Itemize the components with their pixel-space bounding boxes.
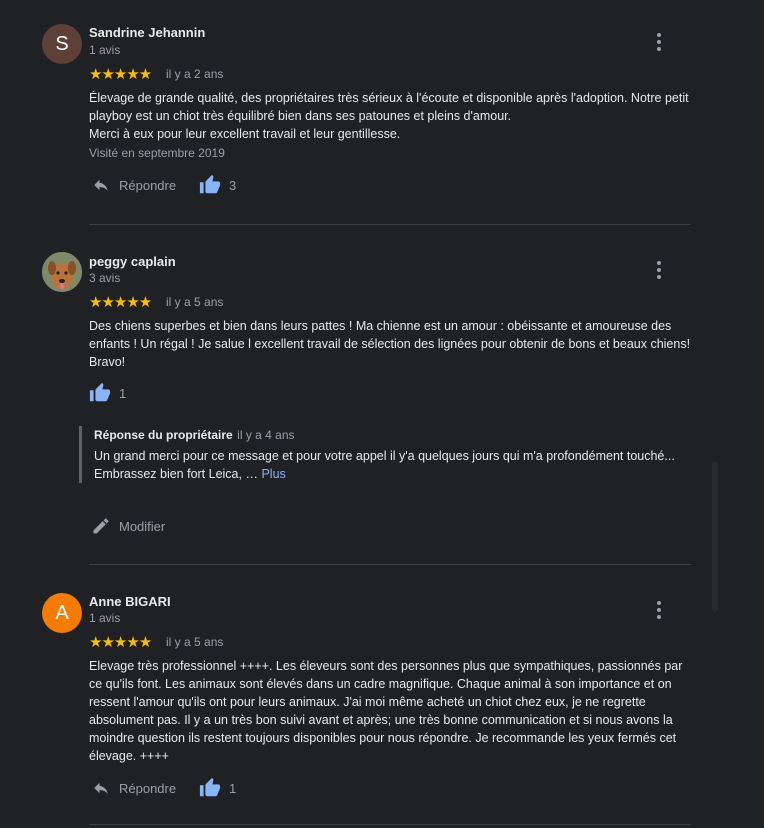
owner-reply: Réponse du propriétaire il y a 4 ans Un … — [79, 426, 684, 483]
star-rating: ★★★★★ — [89, 634, 152, 651]
avatar[interactable]: S — [42, 24, 82, 64]
thumb-up-icon — [199, 174, 221, 194]
reply-button[interactable]: Répondre — [91, 176, 176, 194]
reviewer-name[interactable]: Anne BIGARI — [89, 594, 171, 609]
review-count: 3 avis — [89, 271, 121, 285]
reply-label: Répondre — [119, 177, 177, 193]
like-button[interactable]: 3 — [199, 174, 236, 196]
like-button[interactable]: 1 — [199, 777, 236, 799]
like-count: 1 — [229, 780, 237, 796]
edit-button[interactable]: Modifier — [91, 516, 165, 536]
edit-pencil-icon — [93, 518, 109, 534]
visited-date: Visité en septembre 2019 — [89, 146, 225, 160]
review-text-line: Élevage de grande qualité, des propriéta… — [89, 91, 689, 123]
reply-icon — [94, 782, 108, 794]
like-count: 3 — [229, 177, 237, 193]
reviewer-name[interactable]: Sandrine Jehannin — [89, 25, 205, 40]
owner-reply-title: Réponse du propriétaire — [94, 428, 233, 442]
avatar[interactable] — [42, 252, 82, 292]
divider — [89, 564, 691, 565]
divider — [89, 224, 691, 225]
owner-reply-header: Réponse du propriétaire il y a 4 ans — [94, 426, 684, 444]
divider — [89, 824, 691, 825]
star-rating: ★★★★★ — [89, 294, 152, 311]
review-count: 1 avis — [89, 43, 121, 57]
scrollbar[interactable] — [712, 462, 718, 612]
more-options-icon[interactable] — [650, 598, 668, 622]
owner-reply-text-2: Embrassez bien fort Leica, … Plus — [94, 465, 684, 483]
avatar[interactable]: A — [42, 593, 82, 633]
reply-button[interactable]: Répondre — [91, 779, 176, 797]
review-date: il y a 2 ans — [166, 67, 224, 81]
review-date: il y a 5 ans — [166, 635, 224, 649]
review-text: Elevage très professionnel ++++. Les éle… — [89, 659, 683, 763]
more-options-icon[interactable] — [650, 30, 668, 54]
star-rating: ★★★★★ — [89, 66, 152, 83]
like-count: 1 — [119, 385, 127, 401]
reply-icon — [94, 179, 108, 191]
thumb-up-icon — [89, 382, 111, 402]
more-options-icon[interactable] — [650, 258, 668, 282]
more-link[interactable]: Plus — [261, 467, 285, 481]
review-date: il y a 5 ans — [166, 295, 224, 309]
like-button[interactable]: 1 — [89, 382, 126, 404]
review-text: Des chiens superbes et bien dans leurs p… — [89, 319, 691, 369]
owner-reply-text: Un grand merci pour ce message et pour v… — [94, 449, 675, 463]
edit-label: Modifier — [119, 518, 166, 534]
review-count: 1 avis — [89, 611, 121, 625]
review-text-line: Merci à eux pour leur excellent travail … — [89, 127, 401, 141]
review-text: Élevage de grande qualité, des propriéta… — [89, 89, 693, 143]
reviewer-name[interactable]: peggy caplain — [89, 254, 176, 269]
owner-reply-date: il y a 4 ans — [237, 428, 295, 442]
dog-photo-avatar-icon — [42, 252, 82, 292]
owner-reply-text-end: Embrassez bien fort Leica, … — [94, 467, 258, 481]
thumb-up-icon — [199, 777, 221, 797]
reply-label: Répondre — [119, 780, 177, 796]
